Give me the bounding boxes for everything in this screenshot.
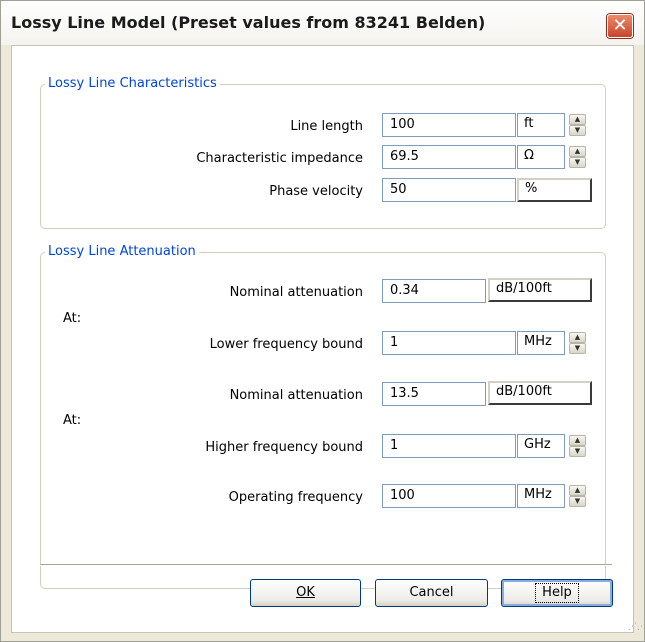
lower-frequency-unit: MHz <box>517 331 565 355</box>
characteristics-legend: Lossy Line Characteristics <box>45 76 220 91</box>
spin-down-icon[interactable]: ▼ <box>569 125 586 136</box>
phase-velocity-unit: % <box>517 178 592 202</box>
spin-up-icon[interactable]: ▲ <box>569 435 586 446</box>
higher-frequency-spinner[interactable]: ▲ ▼ <box>569 435 586 457</box>
spin-up-icon[interactable]: ▲ <box>569 146 586 157</box>
spin-up-icon[interactable]: ▲ <box>569 332 586 343</box>
nominal-attenuation-low-label: Nominal attenuation <box>229 285 363 300</box>
line-length-unit: ft <box>517 113 565 137</box>
lower-frequency-spinner[interactable]: ▲ ▼ <box>569 332 586 354</box>
cancel-button[interactable]: Cancel <box>375 579 488 607</box>
operating-frequency-input[interactable]: 100 <box>382 484 516 508</box>
impedance-unit: Ω <box>517 145 565 169</box>
lower-frequency-label: Lower frequency bound <box>209 337 363 352</box>
impedance-input[interactable]: 69.5 <box>382 145 516 169</box>
line-length-label: Line length <box>290 119 363 134</box>
window-title: Lossy Line Model (Preset values from 832… <box>11 13 486 32</box>
line-length-input[interactable]: 100 <box>382 113 516 137</box>
attenuation-group <box>40 252 606 589</box>
operating-frequency-label: Operating frequency <box>228 490 363 505</box>
spin-down-icon[interactable]: ▼ <box>569 343 586 354</box>
help-button-label: Help <box>535 583 579 603</box>
spin-down-icon[interactable]: ▼ <box>569 157 586 168</box>
impedance-spinner[interactable]: ▲ ▼ <box>569 146 586 168</box>
spin-up-icon[interactable]: ▲ <box>569 485 586 496</box>
nominal-attenuation-high-input[interactable]: 13.5 <box>382 382 486 406</box>
lower-frequency-input[interactable]: 1 <box>382 331 516 355</box>
nominal-attenuation-low-unit: dB/100ft <box>488 278 592 302</box>
spin-up-icon[interactable]: ▲ <box>569 114 586 125</box>
button-separator <box>40 564 612 566</box>
dialog-content: Lossy Line Characteristics Line length 1… <box>11 45 634 633</box>
at-label: At: <box>63 413 82 428</box>
phase-velocity-label: Phase velocity <box>269 184 363 199</box>
higher-frequency-unit: GHz <box>517 434 565 458</box>
nominal-attenuation-high-unit: dB/100ft <box>488 381 592 405</box>
dialog-window: Lossy Line Model (Preset values from 832… <box>0 0 645 642</box>
operating-frequency-spinner[interactable]: ▲ ▼ <box>569 485 586 507</box>
nominal-attenuation-low-input[interactable]: 0.34 <box>382 279 486 303</box>
help-button[interactable]: Help <box>501 579 613 607</box>
impedance-label: Characteristic impedance <box>196 151 363 166</box>
attenuation-legend: Lossy Line Attenuation <box>45 244 199 259</box>
at-label: At: <box>63 311 82 326</box>
higher-frequency-label: Higher frequency bound <box>205 440 363 455</box>
nominal-attenuation-high-label: Nominal attenuation <box>229 388 363 403</box>
close-icon: ✕ <box>612 15 628 36</box>
line-length-spinner[interactable]: ▲ ▼ <box>569 114 586 136</box>
cancel-button-label: Cancel <box>409 585 454 600</box>
spin-down-icon[interactable]: ▼ <box>569 496 586 507</box>
ok-button-label: OK <box>296 585 315 600</box>
spin-down-icon[interactable]: ▼ <box>569 446 586 457</box>
title-bar[interactable]: Lossy Line Model (Preset values from 832… <box>1 1 644 45</box>
close-button[interactable]: ✕ <box>607 14 633 38</box>
resize-grip-icon[interactable]: ⋰⋰ <box>628 623 645 637</box>
phase-velocity-input[interactable]: 50 <box>382 178 516 202</box>
operating-frequency-unit: MHz <box>517 484 565 508</box>
higher-frequency-input[interactable]: 1 <box>382 434 516 458</box>
ok-button[interactable]: OK <box>250 579 361 607</box>
